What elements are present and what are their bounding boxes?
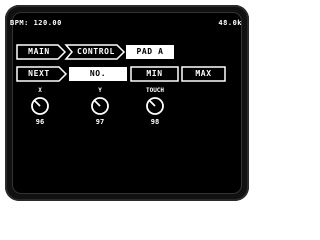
next-button[interactable]: NEXT [19, 68, 59, 80]
knob-touch-icon [146, 97, 164, 115]
breadcrumb: MAIN CONTROL PAD A [16, 44, 196, 60]
param-max[interactable]: MAX [182, 68, 225, 80]
knob-touch[interactable]: TOUCH 98 [135, 87, 175, 139]
knob-touch-label: TOUCH [145, 87, 165, 94]
knob-y-label: Y [98, 87, 102, 94]
knob-y-value: 97 [95, 118, 105, 126]
knob-x-label: X [38, 87, 42, 94]
param-no-selected[interactable]: NO. [69, 68, 127, 80]
knob-x-icon [31, 97, 49, 115]
breadcrumb-pad[interactable]: PAD A [126, 46, 174, 58]
knob-touch-value: 98 [150, 118, 160, 126]
breadcrumb-main[interactable]: MAIN [19, 46, 59, 58]
knob-y-icon [91, 97, 109, 115]
knob-y[interactable]: Y 97 [80, 87, 120, 139]
bpm-readout: BPM: 120.00 [10, 19, 62, 27]
breadcrumb-control[interactable]: CONTROL [72, 46, 120, 58]
knob-x-value: 96 [35, 118, 45, 126]
knob-x[interactable]: X 96 [20, 87, 60, 139]
param-row: NEXT NO. MIN MAX [16, 66, 241, 82]
param-min[interactable]: MIN [131, 68, 178, 80]
sample-rate-readout: 48.0k [218, 19, 242, 27]
